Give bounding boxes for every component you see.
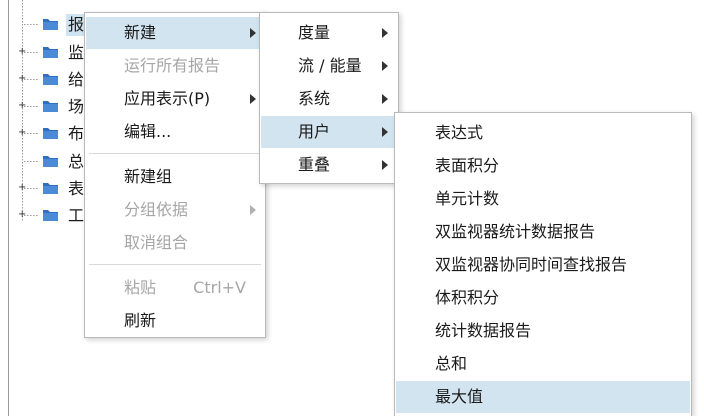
menu-item-label: 表达式 [435,123,484,142]
folder-icon [43,47,58,58]
tree-node-label: 布 [68,124,85,143]
menu-item-apply-representation[interactable]: 应用表示(P) [86,83,264,115]
tree-expander[interactable]: + [18,127,26,139]
menu-item-label: 应用表示(P) [124,89,211,108]
menu-item-cell-count[interactable]: 单元计数 [396,183,690,215]
menu-item-dual-monitor-stats[interactable]: 双监视器统计数据报告 [396,216,690,248]
submenu-arrow-icon [382,28,388,38]
submenu-arrow-icon [382,127,388,137]
folder-icon [43,156,58,167]
context-menu: 新建 运行所有报告 应用表示(P) 编辑... 新建组 分组依据 取消组合 粘贴… [84,12,266,338]
menu-item-ungroup[interactable]: 取消组合 [86,227,264,259]
submenu-arrow-icon [382,94,388,104]
menu-item-overlay[interactable]: 重叠 [261,149,397,181]
menu-item-label: 系统 [298,89,331,108]
menu-item-metric[interactable]: 度量 [261,17,397,49]
submenu-arrow-icon [250,28,256,38]
menu-item-label: 粘贴 [124,278,157,297]
menu-item-label: 总和 [435,354,468,373]
menu-item-volume-integral[interactable]: 体积积分 [396,282,690,314]
menu-item-system[interactable]: 系统 [261,83,397,115]
menu-item-edit[interactable]: 编辑... [86,116,264,148]
folder-icon [43,101,58,112]
menu-shortcut: Ctrl+V [193,278,246,297]
menu-item-label: 单元计数 [435,189,500,208]
menu-item-label: 重叠 [298,155,331,174]
menu-item-expression[interactable]: 表达式 [396,117,690,149]
tree-expander[interactable]: + [18,100,26,112]
tree-expander[interactable]: + [18,182,26,194]
tree-node-label: 表 [68,179,85,198]
menu-item-label: 刷新 [124,311,157,330]
menu-item-label: 流 / 能量 [298,56,362,75]
folder-icon [43,210,58,221]
submenu-arrow-icon [382,160,388,170]
menu-item-new-group[interactable]: 新建组 [86,161,264,193]
menu-item-sum[interactable]: 总和 [396,348,690,380]
menu-item-label: 新建 [124,23,157,42]
menu-item-label: 编辑... [124,122,172,141]
submenu-arrow-icon [382,61,388,71]
menu-separator [89,264,261,265]
tree-node-label: 总 [68,152,85,171]
menu-item-dual-monitor-time-lookup[interactable]: 双监视器协同时间查找报告 [396,249,690,281]
folder-icon [43,19,58,30]
menu-item-label: 双监视器统计数据报告 [435,222,596,241]
tree-node-label: 工 [68,206,85,225]
menu-item-paste[interactable]: 粘贴 Ctrl+V [86,272,264,304]
menu-item-group-by[interactable]: 分组依据 [86,194,264,226]
menu-item-user[interactable]: 用户 [261,116,397,148]
menu-item-new[interactable]: 新建 [86,17,264,49]
tree-expander[interactable]: + [18,209,26,221]
menu-item-refresh[interactable]: 刷新 [86,305,264,337]
user-submenu: 表达式 表面积分 单元计数 双监视器统计数据报告 双监视器协同时间查找报告 体积… [394,112,692,416]
tree-node-label: 给 [68,70,85,89]
menu-item-run-all-reports[interactable]: 运行所有报告 [86,50,264,82]
menu-item-label: 度量 [298,23,331,42]
submenu-arrow-icon [250,205,256,215]
tree-node-label: 监 [68,43,85,62]
menu-separator [89,153,261,154]
menu-item-flow-energy[interactable]: 流 / 能量 [261,50,397,82]
menu-item-label: 分组依据 [124,200,189,219]
submenu-arrow-icon [250,94,256,104]
folder-icon [43,183,58,194]
menu-item-label: 新建组 [124,167,173,186]
tree-node-label: 报 [66,14,87,36]
tree-expander[interactable]: + [18,73,26,85]
tree-node-label: 场 [68,97,85,116]
menu-item-label: 运行所有报告 [124,56,221,75]
menu-item-label: 用户 [298,122,331,141]
menu-item-label: 双监视器协同时间查找报告 [435,255,628,274]
folder-icon [43,74,58,85]
new-submenu: 度量 流 / 能量 系统 用户 重叠 [259,12,399,184]
menu-item-maximum[interactable]: 最大值 [396,381,690,413]
menu-item-label: 最大值 [435,387,484,406]
menu-item-label: 表面积分 [435,156,500,175]
menu-item-label: 体积积分 [435,288,500,307]
folder-icon [43,128,58,139]
menu-item-surface-integral[interactable]: 表面积分 [396,150,690,182]
menu-item-label: 取消组合 [124,233,189,252]
menu-item-statistics-report[interactable]: 统计数据报告 [396,315,690,347]
tree-expander[interactable]: + [18,46,26,58]
menu-item-label: 统计数据报告 [435,321,532,340]
